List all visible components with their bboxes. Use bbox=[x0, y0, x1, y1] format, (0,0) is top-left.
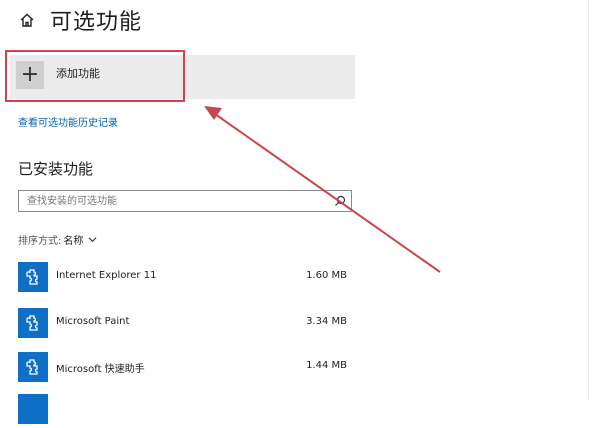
puzzle-icon bbox=[18, 352, 48, 382]
feature-size: 1.44 MB bbox=[306, 360, 347, 371]
feature-item-quick-assist[interactable]: Microsoft 快速助手 1.44 MB bbox=[18, 352, 353, 386]
puzzle-icon bbox=[18, 262, 48, 292]
add-feature-button[interactable]: + 添加功能 bbox=[10, 55, 355, 99]
feature-size: 1.60 MB bbox=[306, 270, 347, 281]
sort-value: 名称 bbox=[63, 236, 84, 247]
sort-dropdown[interactable]: 排序方式: 名称 bbox=[18, 232, 97, 247]
home-icon[interactable] bbox=[18, 11, 36, 29]
installed-search-box[interactable] bbox=[18, 190, 352, 212]
feature-item-microsoft-paint[interactable]: Microsoft Paint 3.34 MB bbox=[18, 308, 353, 342]
chevron-down-icon bbox=[88, 237, 97, 243]
search-input[interactable] bbox=[27, 194, 327, 208]
puzzle-icon bbox=[18, 394, 48, 424]
search-icon[interactable] bbox=[334, 195, 346, 207]
header: 可选功能 bbox=[18, 6, 143, 35]
feature-name: Microsoft 快速助手 bbox=[56, 364, 145, 375]
feature-name: Microsoft Paint bbox=[56, 316, 130, 327]
feature-item-partial bbox=[18, 394, 353, 428]
add-feature-label: 添加功能 bbox=[56, 67, 100, 80]
feature-name: Internet Explorer 11 bbox=[56, 270, 157, 281]
window-divider bbox=[588, 0, 589, 400]
puzzle-icon bbox=[18, 308, 48, 338]
feature-item-internet-explorer[interactable]: Internet Explorer 11 1.60 MB bbox=[18, 262, 353, 296]
installed-features-heading: 已安装功能 bbox=[18, 160, 94, 178]
page-title: 可选功能 bbox=[50, 10, 143, 35]
feature-size: 3.34 MB bbox=[306, 316, 347, 327]
add-feature-icon-box: + bbox=[16, 61, 44, 89]
feature-history-link[interactable]: 查看可选功能历史记录 bbox=[18, 114, 118, 129]
plus-icon: + bbox=[20, 62, 40, 87]
sort-label: 排序方式: bbox=[18, 236, 62, 247]
